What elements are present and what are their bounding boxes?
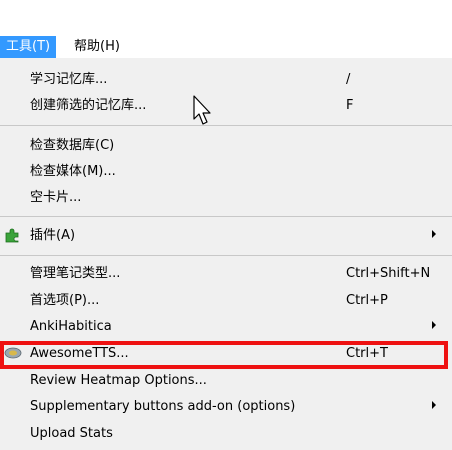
menu-item-ankihabitica[interactable]: AnkiHabitica [0,313,452,340]
tools-dropdown-menu: 学习记忆库... / 创建筛选的记忆库... F 检查数据库(C) 检查媒体(M… [0,58,452,450]
menu-item-label: 学习记忆库... [30,72,108,87]
highlight-box [0,341,448,369]
submenu-arrow-icon [432,230,436,238]
menu-item-check-media[interactable]: 检查媒体(M)... [0,158,452,185]
menu-item-create-filtered-deck[interactable]: 创建筛选的记忆库... F [0,92,452,119]
menu-item-supplementary-buttons[interactable]: Supplementary buttons add-on (options) [0,393,452,420]
menu-item-label: Supplementary buttons add-on (options) [30,399,296,414]
mouse-cursor-icon [193,95,211,125]
menu-item-label: Review Heatmap Options... [30,373,207,388]
menu-help[interactable]: 帮助(H) [68,36,126,58]
menu-item-label: 检查数据库(C) [30,138,115,153]
submenu-arrow-icon [432,321,436,329]
menu-item-study-deck[interactable]: 学习记忆库... / [0,66,452,93]
menu-item-manage-note-types[interactable]: 管理笔记类型... Ctrl+Shift+N [0,260,452,287]
menu-item-shortcut: Ctrl+P [346,293,388,308]
menu-separator [0,255,452,256]
menu-item-label: AnkiHabitica [30,319,112,334]
menu-item-shortcut: Ctrl+Shift+N [346,266,431,281]
menu-item-label: 管理笔记类型... [30,266,121,281]
menu-item-label: 检查媒体(M)... [30,164,116,179]
menu-item-label: 插件(A) [30,228,76,243]
menu-tools[interactable]: 工具(T) [0,36,57,58]
submenu-arrow-icon [432,401,436,409]
menu-separator [0,125,452,126]
menu-item-label: 空卡片... [30,190,82,205]
menu-item-upload-stats[interactable]: Upload Stats [0,420,452,447]
menu-separator [0,216,452,217]
menu-item-preferences[interactable]: 首选项(P)... Ctrl+P [0,287,452,314]
menu-item-shortcut: / [346,72,351,87]
menu-item-label: Upload Stats [30,426,113,441]
menu-item-addons[interactable]: 插件(A) [0,222,452,249]
puzzle-piece-icon [5,228,19,243]
menu-item-shortcut: F [346,98,354,113]
menu-item-check-database[interactable]: 检查数据库(C) [0,132,452,159]
menu-item-empty-cards[interactable]: 空卡片... [0,184,452,211]
menu-item-label: 首选项(P)... [30,293,100,308]
menu-item-review-heatmap-options[interactable]: Review Heatmap Options... [0,367,452,394]
menu-bar: 工具(T) 帮助(H) [0,36,452,58]
menu-item-label: 创建筛选的记忆库... [30,98,147,113]
